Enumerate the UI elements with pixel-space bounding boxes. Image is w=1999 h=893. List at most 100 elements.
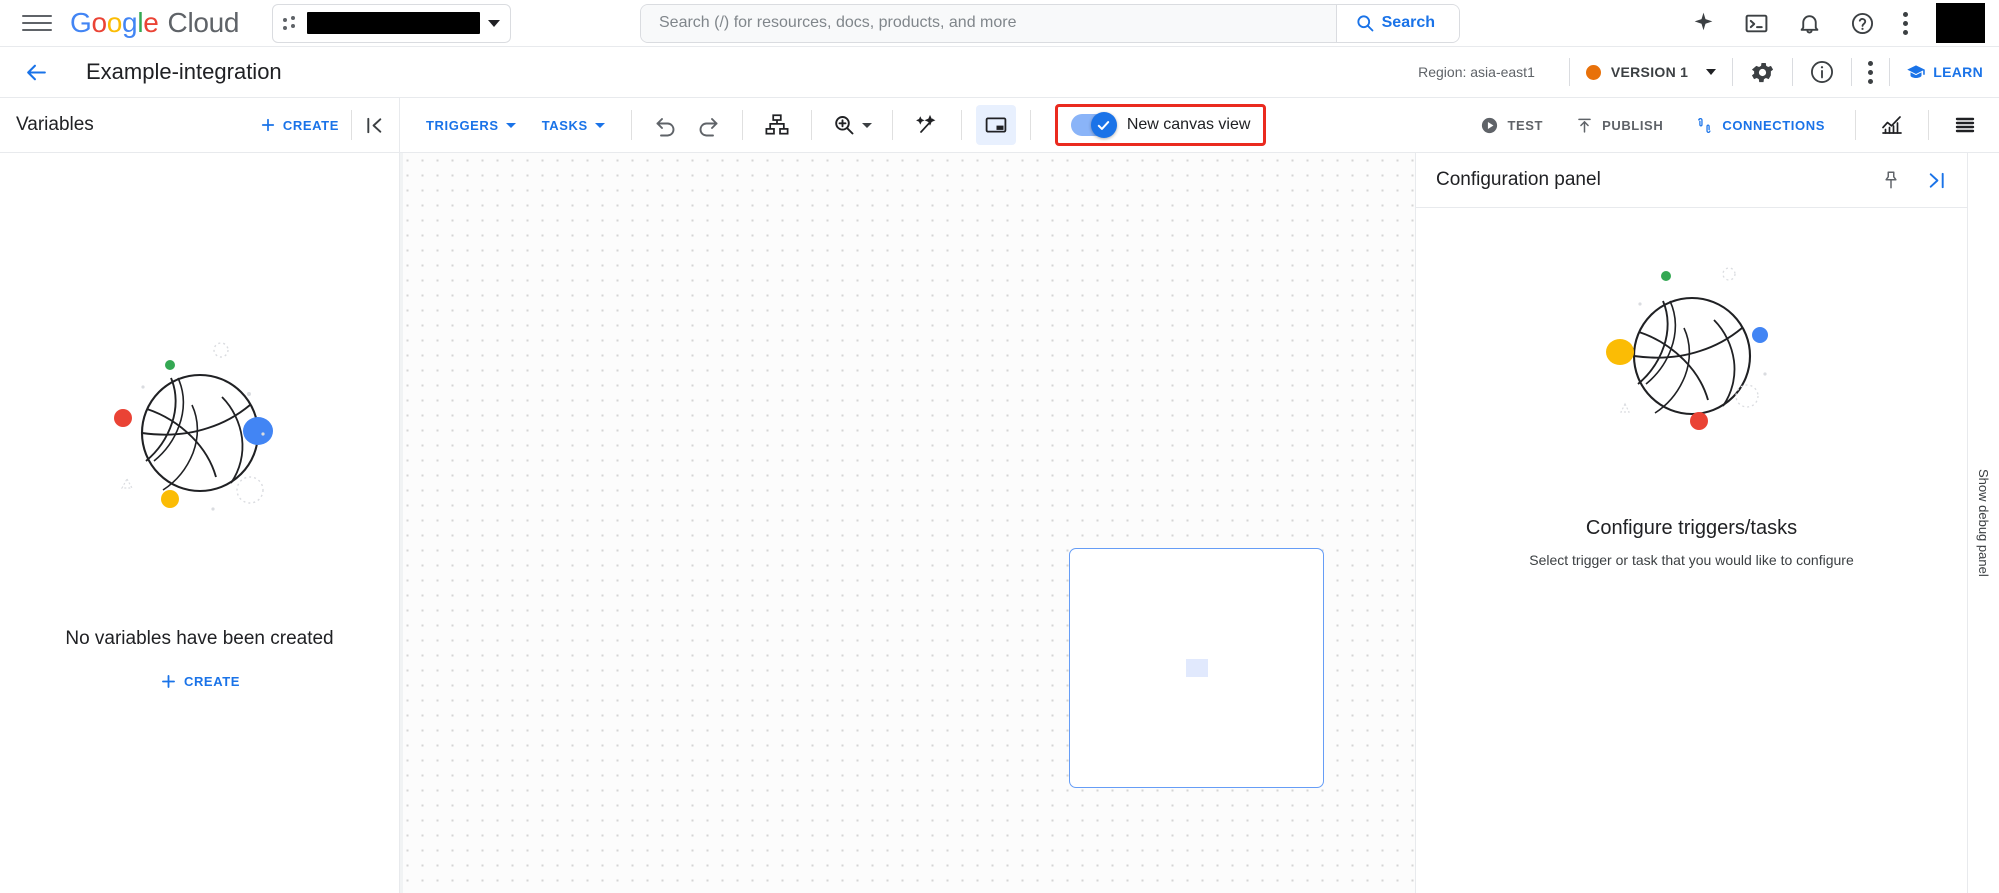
info-circle-icon[interactable] bbox=[1809, 59, 1835, 85]
back-arrow-icon[interactable] bbox=[24, 60, 49, 85]
divider bbox=[1792, 58, 1794, 86]
show-debug-panel-label[interactable]: Show debug panel bbox=[1976, 469, 1991, 577]
toggle-switch[interactable] bbox=[1070, 112, 1117, 138]
debug-panel-rail[interactable]: Show debug panel bbox=[1967, 153, 1999, 893]
divider bbox=[960, 110, 962, 140]
divider bbox=[1851, 58, 1853, 86]
cloud-shell-terminal-icon[interactable] bbox=[1744, 11, 1769, 36]
magic-wand-button[interactable] bbox=[907, 105, 947, 145]
page-header-actions: Region: asia-east1 VERSION 1 LEARN bbox=[1418, 58, 1983, 86]
undo-button[interactable] bbox=[646, 105, 686, 145]
analytics-button[interactable] bbox=[1872, 105, 1912, 145]
plus-icon bbox=[261, 118, 275, 132]
version-label: VERSION 1 bbox=[1610, 64, 1689, 80]
version-status-dot bbox=[1585, 64, 1601, 80]
global-top-bar: Google Cloud Search bbox=[0, 0, 1999, 47]
divider bbox=[1855, 110, 1856, 140]
gemini-spark-icon[interactable] bbox=[1691, 11, 1716, 36]
configuration-panel-empty-state: Configure triggers/tasks Select trigger … bbox=[1416, 208, 1967, 893]
zoom-menu-button[interactable] bbox=[826, 105, 878, 145]
new-canvas-view-label: New canvas view bbox=[1126, 116, 1251, 133]
collapse-panel-right-icon[interactable] bbox=[1924, 169, 1947, 192]
canvas-scrollbar[interactable] bbox=[400, 153, 403, 893]
zoom-in-icon bbox=[835, 116, 854, 135]
check-icon bbox=[1098, 120, 1110, 130]
empty-state-globe-illustration bbox=[85, 321, 315, 556]
version-selector[interactable]: VERSION 1 bbox=[1585, 64, 1717, 80]
logs-button[interactable] bbox=[1945, 105, 1985, 145]
undo-icon bbox=[656, 118, 675, 137]
chevron-down-icon bbox=[594, 122, 605, 128]
divider bbox=[1029, 110, 1031, 140]
help-question-icon[interactable] bbox=[1850, 11, 1875, 36]
variables-create-label: CREATE bbox=[282, 117, 339, 133]
chevron-down-icon bbox=[505, 122, 516, 128]
page-header-bar: Example-integration Region: asia-east1 V… bbox=[0, 47, 1999, 98]
more-kebab-icon[interactable] bbox=[1903, 11, 1908, 35]
region-label: Region: asia-east1 bbox=[1418, 64, 1535, 80]
magic-wand-icon bbox=[915, 114, 936, 133]
divider bbox=[630, 110, 632, 140]
notifications-bell-icon[interactable] bbox=[1797, 11, 1822, 36]
publish-upload-icon bbox=[1578, 118, 1591, 133]
global-search[interactable]: Search bbox=[640, 3, 1460, 43]
pin-icon[interactable] bbox=[1880, 169, 1902, 191]
variables-panel: No variables have been created CREATE bbox=[0, 153, 400, 893]
logs-list-icon bbox=[1955, 117, 1975, 133]
editor-body: No variables have been created CREATE Co… bbox=[0, 153, 1999, 893]
chevron-down-icon bbox=[488, 19, 501, 27]
variables-toolbar-section: Variables CREATE bbox=[0, 98, 400, 152]
redo-button[interactable] bbox=[688, 105, 728, 145]
play-circle-icon bbox=[1482, 117, 1498, 133]
triggers-label: TRIGGERS bbox=[426, 117, 499, 133]
configuration-panel: Configuration panel Configure triggers/t… bbox=[1416, 153, 1967, 893]
connections-link-icon bbox=[1698, 117, 1711, 133]
logo-letter: o bbox=[91, 7, 107, 38]
collapse-panel-left-icon[interactable] bbox=[364, 114, 399, 137]
connections-button[interactable]: CONNECTIONS bbox=[1681, 108, 1839, 143]
integration-canvas[interactable] bbox=[400, 153, 1416, 893]
tasks-menu-button[interactable]: TASKS bbox=[530, 110, 617, 141]
test-button[interactable]: TEST bbox=[1466, 108, 1557, 143]
logo-letter: o bbox=[106, 7, 123, 38]
hamburger-menu-icon[interactable] bbox=[22, 12, 52, 34]
triggers-menu-button[interactable]: TRIGGERS bbox=[414, 110, 528, 141]
search-icon bbox=[1357, 15, 1374, 32]
variables-empty-create-label: CREATE bbox=[183, 674, 241, 689]
variables-empty-create-button[interactable]: CREATE bbox=[159, 672, 240, 691]
divider bbox=[351, 110, 352, 140]
chevron-down-icon bbox=[1706, 69, 1717, 75]
canvas-toolbar-section: TRIGGERS TASKS New canvas view bbox=[400, 98, 1267, 152]
search-input[interactable] bbox=[641, 4, 1336, 42]
empty-state-globe-illustration bbox=[1577, 256, 1807, 471]
learn-button[interactable]: LEARN bbox=[1906, 62, 1983, 82]
divider bbox=[1568, 58, 1570, 86]
connections-label: CONNECTIONS bbox=[1722, 117, 1825, 133]
test-label: TEST bbox=[1507, 117, 1544, 133]
run-toolbar-section: TEST PUBLISH CONNECTIONS bbox=[1466, 105, 1985, 145]
auto-layout-hierarchy-icon bbox=[765, 114, 789, 135]
divider bbox=[1928, 110, 1929, 140]
new-canvas-view-toggle[interactable]: New canvas view bbox=[1054, 104, 1267, 146]
canvas-node-card[interactable] bbox=[1069, 548, 1324, 788]
search-button[interactable]: Search bbox=[1335, 4, 1459, 42]
chevron-down-icon bbox=[861, 122, 872, 128]
auto-layout-button[interactable] bbox=[757, 105, 797, 145]
toggle-panel-button[interactable] bbox=[975, 105, 1016, 145]
more-kebab-icon[interactable] bbox=[1868, 60, 1874, 84]
publish-button[interactable]: PUBLISH bbox=[1561, 108, 1677, 143]
variables-create-button[interactable]: CREATE bbox=[259, 116, 339, 134]
toggle-panel-icon bbox=[985, 117, 1007, 133]
logo-letter: G bbox=[70, 7, 92, 38]
divider bbox=[1732, 58, 1734, 86]
analytics-chart-icon bbox=[1882, 116, 1902, 134]
page-title: Example-integration bbox=[86, 59, 282, 84]
publish-label: PUBLISH bbox=[1602, 117, 1664, 133]
project-selector[interactable] bbox=[272, 3, 512, 43]
avatar[interactable] bbox=[1936, 3, 1985, 43]
configuration-empty-title: Configure triggers/tasks bbox=[1585, 517, 1798, 539]
google-cloud-logo[interactable]: Google Cloud bbox=[70, 7, 240, 39]
configuration-panel-title: Configuration panel bbox=[1436, 169, 1601, 190]
gear-icon[interactable] bbox=[1749, 59, 1776, 86]
search-button-label: Search bbox=[1381, 14, 1435, 31]
